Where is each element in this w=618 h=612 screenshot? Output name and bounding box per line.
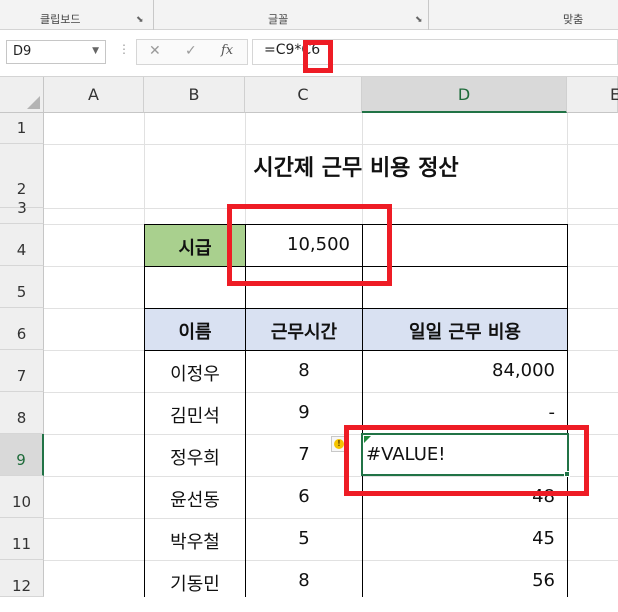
cancel-icon[interactable]: ✕ <box>149 43 161 59</box>
chevron-down-icon[interactable]: ▼ <box>92 46 99 56</box>
row-name[interactable]: 기동민 <box>145 570 245 596</box>
insert-function-icon[interactable]: fx <box>221 43 233 58</box>
row-hours[interactable]: 8 <box>246 360 362 381</box>
highlight-rate-cell <box>227 204 392 286</box>
name-box-value: D9 <box>13 44 32 59</box>
header-cost: 일일 근무 비용 <box>409 322 521 343</box>
row-header-1[interactable]: 1 <box>0 113 44 144</box>
row-hours[interactable]: 8 <box>246 570 362 591</box>
row-header-11[interactable]: 11 <box>0 518 44 560</box>
row-header-4[interactable]: 4 <box>0 224 44 266</box>
row-header-8[interactable]: 8 <box>0 392 44 434</box>
row-header-6[interactable]: 6 <box>0 308 44 350</box>
header-hours: 근무시간 <box>270 322 338 343</box>
row-name[interactable]: 정우희 <box>145 444 245 470</box>
row-cost[interactable]: 56 <box>363 570 555 591</box>
drag-handle-icon[interactable]: ⋮ <box>118 42 131 56</box>
highlight-formula-operator <box>303 40 333 73</box>
sheet-title[interactable]: 시간제 근무 비용 정산 <box>145 150 567 182</box>
column-header-a[interactable]: A <box>44 77 144 113</box>
row-header-7[interactable]: 7 <box>0 350 44 392</box>
header-name: 이름 <box>178 322 212 343</box>
row-header-10[interactable]: 10 <box>0 476 44 518</box>
formula-buttons: ✕ ✓ fx <box>136 39 248 65</box>
clipboard-launcher-icon[interactable]: ⬊ <box>136 15 144 25</box>
row-name[interactable]: 이정우 <box>145 360 245 386</box>
row-name[interactable]: 박우철 <box>145 528 245 554</box>
name-box[interactable]: D9 ▼ <box>6 40 106 64</box>
column-header-c[interactable]: C <box>245 77 362 113</box>
row-header-3-label: 3 <box>17 199 27 217</box>
column-header-e[interactable]: E <box>567 77 618 113</box>
row-header-9[interactable]: 9 <box>0 434 44 476</box>
row-hours[interactable]: 9 <box>246 402 362 423</box>
column-header-b[interactable]: B <box>144 77 245 113</box>
row-cost[interactable]: 84,000 <box>363 360 555 381</box>
enter-icon[interactable]: ✓ <box>185 43 197 59</box>
row-name[interactable]: 윤선동 <box>145 486 245 512</box>
ribbon-group-alignment: 맞춤 <box>563 13 584 26</box>
column-header-d[interactable]: D <box>362 77 567 113</box>
font-launcher-icon[interactable]: ⬊ <box>415 15 423 25</box>
highlight-error-cell <box>344 425 589 496</box>
warning-icon: ! <box>334 439 344 449</box>
row-header-12[interactable]: 12 <box>0 560 44 597</box>
row-cost[interactable]: - <box>363 402 556 423</box>
ribbon: 클립보드 ⬊ 글꼴 ⬊ 맞춤 <box>0 0 618 30</box>
row-cost[interactable]: 45 <box>363 528 555 549</box>
ribbon-group-clipboard: 클립보드 <box>40 13 81 26</box>
row-header-5[interactable]: 5 <box>0 266 44 308</box>
row-name[interactable]: 김민석 <box>145 402 245 428</box>
row-hours[interactable]: 5 <box>246 528 362 549</box>
ribbon-group-font: 글꼴 <box>268 13 289 26</box>
select-all-button[interactable] <box>0 77 44 113</box>
